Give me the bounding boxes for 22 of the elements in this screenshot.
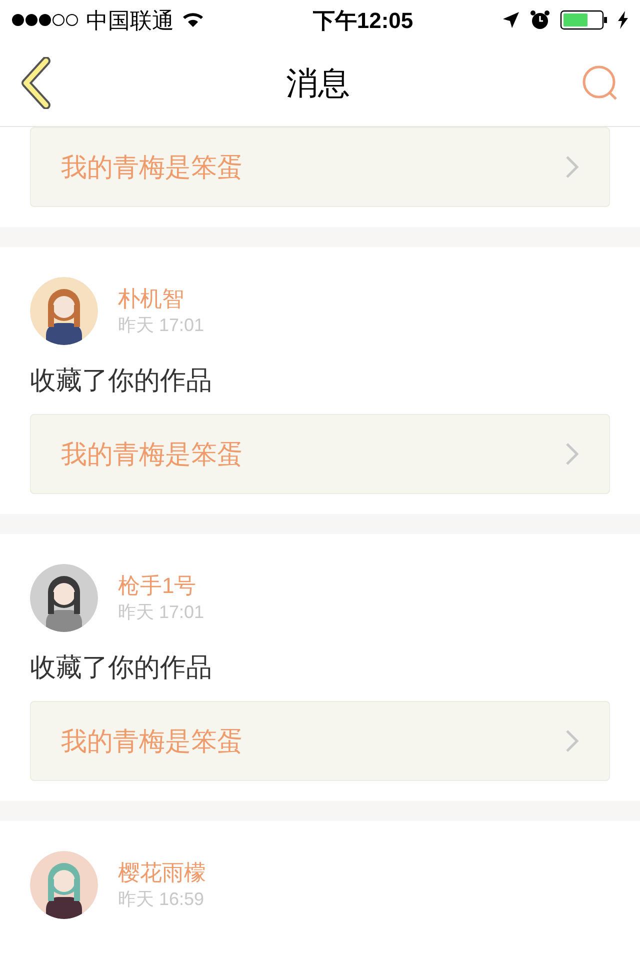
chevron-right-icon: [565, 155, 579, 179]
charging-bolt-icon: [618, 11, 628, 29]
clock-time: 下午12:05: [312, 6, 414, 34]
user-name[interactable]: 枪手1号: [118, 572, 204, 600]
user-name[interactable]: 樱花雨檬: [118, 859, 206, 887]
signal-icon: [12, 13, 78, 27]
location-arrow-icon: [502, 11, 520, 29]
search-icon: [581, 64, 619, 102]
chevron-right-icon: [565, 729, 579, 753]
chevron-left-icon: [20, 57, 52, 109]
alarm-clock-icon: [530, 10, 550, 30]
message-text: 收藏了你的作品: [29, 651, 213, 684]
battery-icon: [560, 10, 608, 30]
work-link[interactable]: 我的青梅是笨蛋: [30, 414, 610, 494]
message-text: 收藏了你的作品: [29, 364, 213, 397]
work-link[interactable]: 我的青梅是笨蛋: [30, 127, 610, 207]
wifi-icon: [182, 12, 204, 28]
user-name[interactable]: 朴机智: [118, 285, 204, 313]
carrier-name: 中国联通: [86, 6, 174, 34]
page-title: 消息: [286, 64, 350, 103]
work-link[interactable]: 我的青梅是笨蛋: [30, 701, 610, 781]
chevron-right-icon: [565, 442, 579, 466]
